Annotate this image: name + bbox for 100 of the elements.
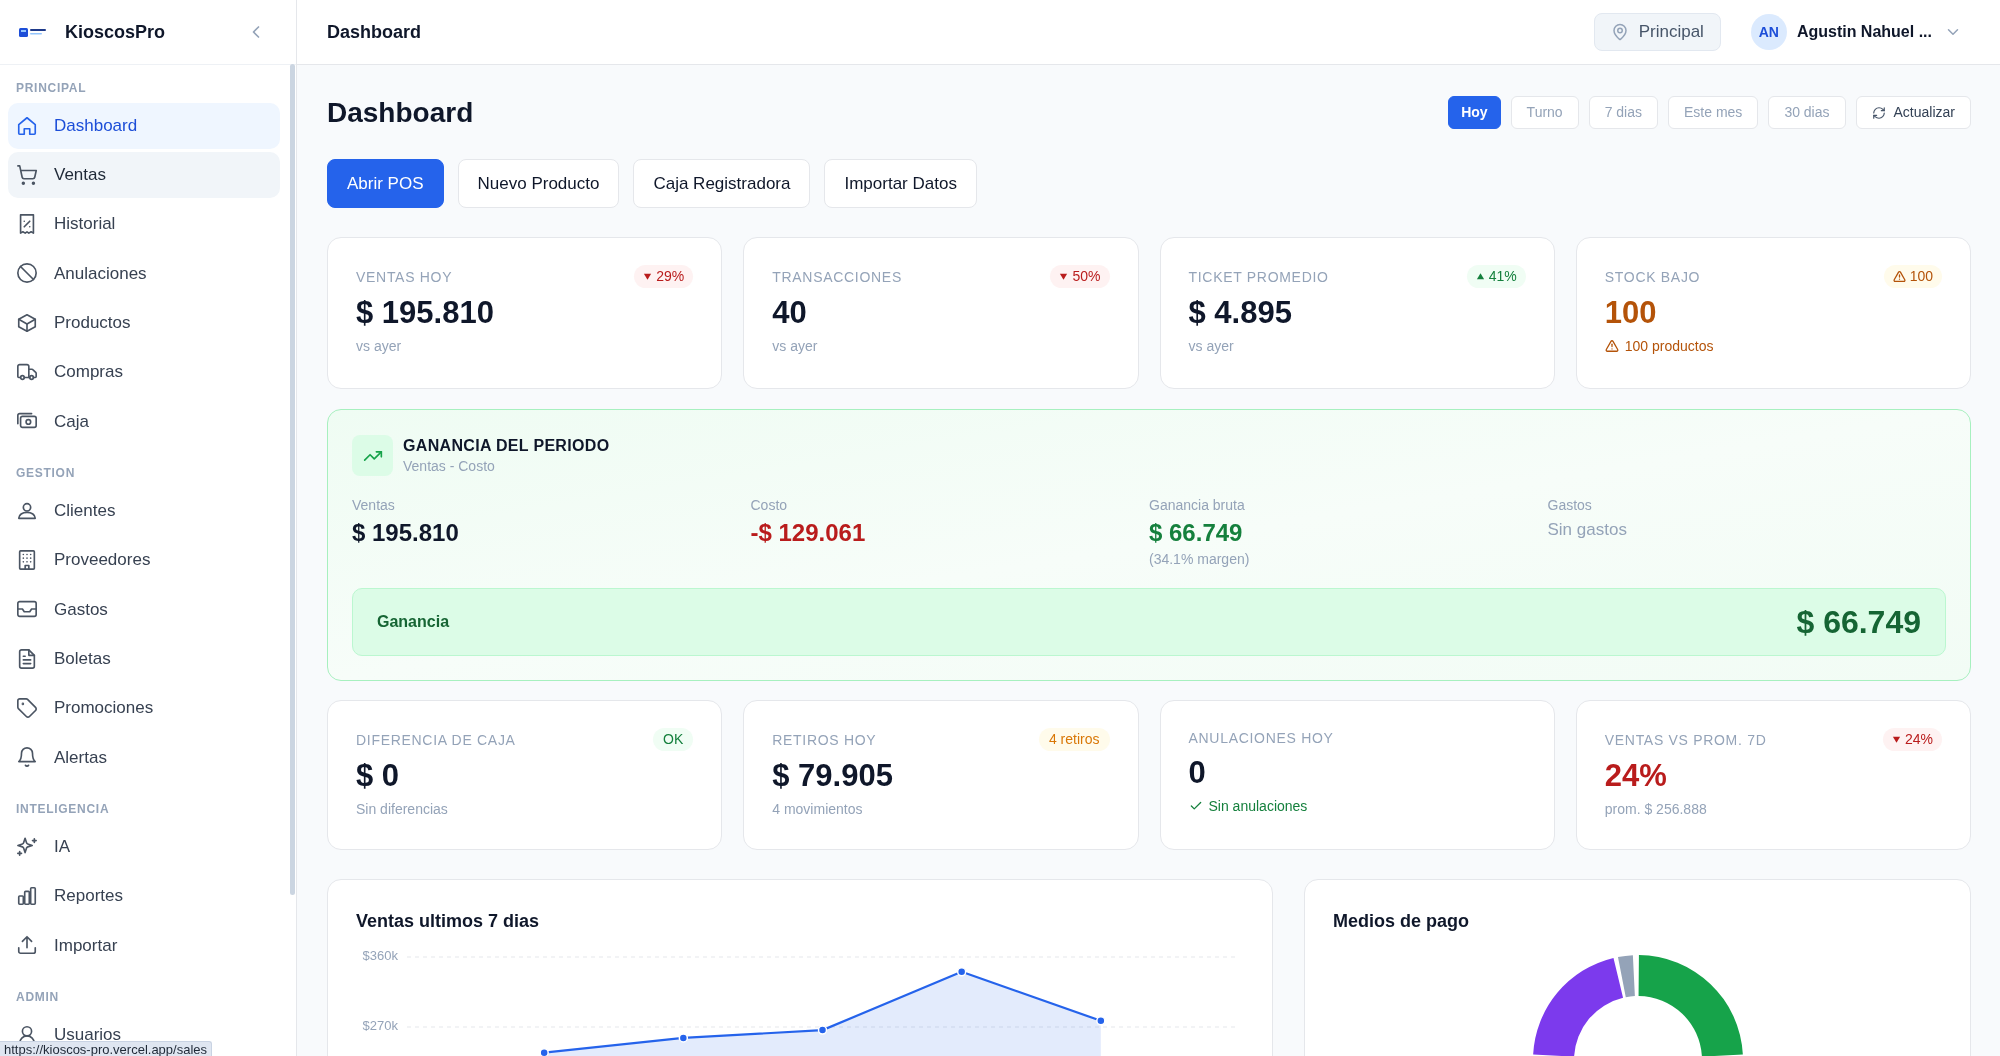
metric-label: Ganancia bruta — [1149, 496, 1246, 515]
kpi-label: TRANSACCIONES — [772, 267, 902, 287]
nav-item[interactable]: Reportes — [8, 873, 280, 920]
kpi-label: VENTAS HOY — [356, 267, 453, 287]
cart-icon — [16, 163, 38, 186]
kpi-note: 4 movimientos — [772, 800, 864, 819]
brand-name: KioscosPro — [65, 20, 166, 44]
kpi-value: $ 0 — [356, 758, 401, 794]
nav-item[interactable]: Promociones — [8, 684, 280, 731]
metric-label: Costo — [750, 496, 789, 515]
kpi-note: Sin anulaciones — [1208, 797, 1308, 816]
triangle-down-icon — [1059, 272, 1069, 281]
metric-value: $ 66.749 — [1149, 518, 1244, 548]
nav-item[interactable]: Productos — [8, 299, 280, 346]
trend-up-icon — [352, 435, 393, 476]
kpi-note: vs ayer — [356, 337, 403, 356]
section-label: GESTION — [15, 465, 77, 482]
kpi-label: VENTAS VS PROM. 7D — [1604, 730, 1767, 750]
metric-label: Gastos — [1547, 496, 1593, 515]
data-point — [678, 1033, 689, 1043]
y-axis-label: $360k — [362, 948, 398, 964]
action-button[interactable]: Abrir POS — [327, 159, 444, 208]
triangle-up-icon — [1475, 272, 1485, 281]
document-icon — [16, 647, 38, 670]
nav-item[interactable]: Boletas — [8, 635, 280, 682]
user-avatar[interactable]: AN — [1750, 14, 1787, 50]
chart-title: Ventas ultimos 7 dias — [356, 910, 541, 933]
kpi-label: RETIROS HOY — [772, 730, 877, 750]
kpi-value: 0 — [1188, 755, 1207, 791]
kpi-note: 100 productos — [1624, 337, 1714, 356]
home-icon — [16, 114, 38, 137]
action-button[interactable]: Importar Datos — [824, 159, 977, 208]
total-label: Ganancia — [377, 612, 450, 632]
refresh-button[interactable]: Actualizar — [1855, 96, 1971, 129]
logo-icon — [19, 25, 47, 39]
nav-item[interactable]: Ventas — [8, 151, 280, 198]
nav-item[interactable]: Historial — [8, 201, 280, 248]
nav-item[interactable]: Anulaciones — [8, 250, 280, 297]
metric-value: -$ 129.061 — [750, 518, 867, 548]
bell-icon — [16, 746, 38, 769]
period-tab[interactable]: Hoy — [1448, 96, 1501, 129]
metric-note: (34.1% margen) — [1149, 550, 1251, 569]
page-title: Dashboard — [327, 95, 474, 130]
warning-icon — [1892, 270, 1906, 283]
kpi-value: $ 79.905 — [772, 758, 894, 794]
kpi-value: $ 195.810 — [356, 295, 495, 331]
section-label: ADMIN — [15, 989, 60, 1006]
nav-item[interactable]: Compras — [8, 349, 280, 395]
action-button[interactable]: Nuevo Producto — [457, 159, 620, 208]
tag-icon — [16, 696, 38, 719]
nav-item[interactable]: Caja — [8, 398, 280, 445]
metric-value: $ 195.810 — [352, 518, 460, 548]
badge-text: 50% — [1072, 267, 1101, 286]
user-name: Agustin Nahuel ... — [1796, 22, 1932, 42]
building-icon — [16, 549, 38, 572]
link-url-tooltip: https://kioscos-pro.vercel.app/sales — [0, 1041, 213, 1056]
status-badge: OK — [653, 728, 694, 751]
metric-value: Sin gastos — [1547, 519, 1628, 541]
nav-item[interactable]: Gastos — [8, 586, 280, 633]
y-axis-label: $270k — [362, 1018, 398, 1034]
badge-text: 100 — [1909, 267, 1933, 286]
warning-icon — [1604, 339, 1619, 353]
badge-text: 24% — [1904, 730, 1933, 749]
nav-item[interactable]: Clientes — [8, 487, 280, 534]
kpi-label: ANULACIONES HOY — [1188, 729, 1334, 748]
triangle-down-icon — [643, 272, 653, 281]
kpi-label: DIFERENCIA DE CAJA — [356, 730, 516, 750]
nav-item[interactable]: Dashboard — [8, 102, 280, 149]
section-label: INTELIGENCIA — [15, 801, 111, 818]
refresh-icon — [1871, 105, 1886, 120]
branch-button[interactable]: Principal — [1593, 13, 1721, 51]
package-icon — [16, 311, 38, 334]
data-point — [1096, 1016, 1106, 1026]
data-point — [956, 967, 967, 977]
prohibited-icon — [16, 262, 38, 285]
nav-item[interactable]: Proveedores — [8, 537, 280, 584]
sparkle-icon — [16, 835, 38, 858]
badge-text: 41% — [1488, 267, 1517, 286]
panel-subtitle: Ventas - Costo — [403, 456, 496, 476]
data-point — [817, 1025, 828, 1035]
kpi-label: TICKET PROMEDIO — [1188, 267, 1329, 287]
section-label: PRINCIPAL — [15, 80, 88, 96]
chart-title: Medios de pago — [1333, 910, 1470, 933]
nav-item[interactable]: Alertas — [8, 734, 280, 781]
bar-chart-icon — [16, 885, 38, 908]
nav-item[interactable]: Importar — [8, 922, 280, 969]
kpi-value: $ 4.895 — [1188, 295, 1293, 331]
badge-text: 29% — [656, 267, 685, 286]
topbar-title: Dashboard — [327, 20, 422, 44]
nav-item[interactable]: IA — [8, 823, 280, 870]
total-value: $ 66.749 — [1796, 603, 1921, 642]
panel-title: GANANCIA DEL PERIODO — [403, 435, 610, 456]
metric-label: Ventas — [352, 496, 396, 515]
kpi-label: STOCK BAJO — [1604, 267, 1701, 287]
kpi-value: 100 — [1604, 295, 1658, 331]
kpi-value: 40 — [772, 295, 808, 331]
action-button[interactable]: Caja Registradora — [633, 159, 811, 208]
scrollbar-thumb[interactable] — [290, 64, 295, 895]
kpi-note: vs ayer — [1188, 337, 1235, 356]
kpi-value: 24% — [1604, 758, 1668, 794]
